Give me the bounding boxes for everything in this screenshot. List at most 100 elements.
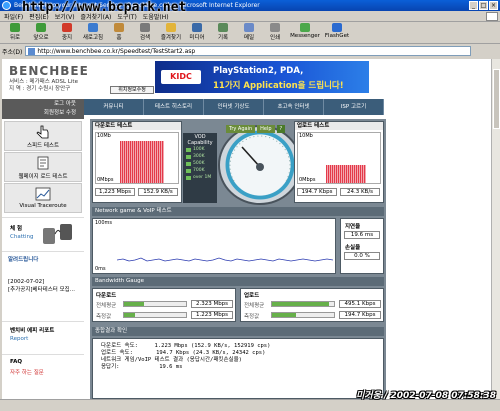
close-button[interactable]: ×	[489, 1, 498, 10]
bw-down-measured-bar	[123, 312, 187, 318]
bandwidth-section-title: Bandwidth Gauge	[92, 277, 384, 286]
search-button[interactable]: 검색	[132, 22, 158, 43]
sidebar-item-traceroute[interactable]: Visual Traceroute	[4, 183, 82, 213]
question-icon[interactable]: ?	[276, 125, 286, 133]
report-title: 벤치비 에피 리포트	[10, 328, 55, 334]
upload-graph: 10Mb 0Mbps	[297, 132, 381, 184]
upload-title: 업로드 테스트	[295, 122, 383, 130]
ie-logo-icon	[2, 1, 11, 10]
try-again-button[interactable]: Try Again	[226, 125, 256, 133]
notice-link[interactable]: [추가공지]베타테스터 모집...	[8, 287, 82, 294]
vod-title: VOD Capability	[187, 134, 213, 146]
forward-button[interactable]: 앞으로	[28, 22, 54, 43]
benchbee-logo[interactable]: BENCHBEE	[9, 64, 89, 78]
result-box: 다운로드 속도: 1.223 Mbps (152.9 KB/s, 152919 …	[92, 338, 384, 399]
home-button[interactable]: 홈	[106, 22, 132, 43]
notice-box: 알려드립니다 [2002-07-02] [추가공지]베타테스터 모집...	[2, 251, 84, 317]
notice-date: [2002-07-02]	[8, 279, 45, 285]
favorites-button[interactable]: 즐겨찾기	[158, 22, 184, 43]
menu-bar: 파일(F) 편집(E) 보기(V) 즐겨찾기(A) 도구(T) 도움말(H)	[0, 11, 500, 22]
chatting-box[interactable]: 체 험 Chatting	[2, 217, 84, 249]
result-line: 다운로드 속도: 1.223 Mbps (152.9 KB/s, 152919 …	[101, 343, 271, 349]
download-kbs: 152.9 KB/s	[138, 188, 178, 196]
tab-test-history[interactable]: 테스트 히스토리	[144, 99, 204, 115]
refresh-button[interactable]: 새로고침	[80, 22, 106, 43]
tab-broadband[interactable]: 초고속 인터넷	[264, 99, 324, 115]
edit-location-button[interactable]: 위치정보수정	[110, 86, 154, 94]
delay-value: 19.6 ms	[344, 231, 380, 239]
menu-file[interactable]: 파일(F)	[4, 12, 23, 21]
download-graph: 10Mb 0Mbps	[95, 132, 179, 184]
result-text: 다운로드 속도: 1.223 Mbps (152.9 KB/s, 152919 …	[101, 343, 373, 371]
bandwidth-upload-box: 업로드 전체평균 495.1 Kbps 측정값 194.7 Kbps	[240, 288, 384, 322]
download-title: 다운로드 테스트	[93, 122, 181, 130]
flashget-icon	[332, 23, 342, 32]
download-test-box: 다운로드 테스트 10Mb 0Mbps 1,223 Mbps 152.9 KB/…	[92, 121, 182, 203]
download-bars	[120, 141, 164, 183]
ad-banner[interactable]: KIDC PlayStation2, PDA, 11가지 Application…	[155, 61, 369, 93]
tab-isp[interactable]: ISP 고르기	[324, 99, 384, 115]
cans-icon	[43, 224, 72, 244]
report-box[interactable]: 벤치비 에피 리포트 Report	[2, 321, 84, 351]
download-max-label: 10Mb	[97, 133, 111, 139]
bw-down-avg-value: 2.323 Mbps	[191, 300, 233, 308]
service-info: 서비스 : 메가패스 ADSL Lite 지 역 : 경기 수원시 장안구	[9, 79, 78, 92]
sidebar-item-webload-test[interactable]: 웹페이지 로드 테스트	[4, 152, 82, 182]
menu-help[interactable]: 도움말(H)	[143, 12, 169, 21]
upload-kbps: 194.7 Kbps	[297, 188, 337, 196]
bw-up-measured-label: 측정값	[244, 314, 260, 320]
vertical-scrollbar[interactable]	[491, 59, 500, 399]
messenger-icon	[300, 23, 310, 32]
result-line: 업로드 속도: 194.7 Kbps (24.3 KB/s, 24342 cps…	[101, 350, 266, 356]
home-icon	[114, 23, 124, 32]
banner-line-2: 11가지 Application을 드립니다!	[213, 81, 344, 91]
history-button[interactable]: 기록	[210, 22, 236, 43]
latency-y-bottom: 0ms	[95, 266, 106, 272]
help-button[interactable]: Help	[257, 125, 275, 133]
sidebar-item-speed-test[interactable]: 스피드 테스트	[4, 121, 82, 151]
flashget-button[interactable]: FlashGet	[322, 22, 352, 43]
bw-up-avg-value: 495.1 Kbps	[339, 300, 381, 308]
scrollbar-thumb[interactable]	[493, 69, 500, 129]
menu-tools[interactable]: 도구(T)	[117, 12, 136, 21]
address-bar: 주소(D) http://www.benchbee.co.kr/Speedtes…	[0, 44, 500, 58]
search-icon	[140, 23, 150, 32]
bw-down-avg-label: 전체평균	[96, 303, 117, 309]
back-arrow-icon	[10, 23, 20, 32]
vod-level-1: 100K	[183, 146, 217, 153]
latency-line	[117, 257, 333, 262]
messenger-button[interactable]: Messenger	[288, 22, 322, 43]
tab-community[interactable]: 커뮤니티	[84, 99, 144, 115]
bandwidth-download-box: 다운로드 전체평균 2.323 Mbps 측정값 1.223 Mbps	[92, 288, 236, 322]
media-button[interactable]: 미디어	[184, 22, 210, 43]
bw-upload-title: 업로드	[244, 293, 260, 299]
edit-profile-link[interactable]: 회원정보 수정	[2, 109, 76, 118]
vod-capability: VOD Capability 100K 300K 500K 700K over …	[183, 133, 217, 203]
logout-link[interactable]: 로그 아웃	[2, 100, 76, 109]
footer-stamp: 미거웅 / 2002-07-08 07:58:38	[356, 391, 496, 401]
upload-max-label: 10Mb	[299, 133, 313, 139]
menu-view[interactable]: 보기(V)	[55, 12, 75, 21]
gauge-controls: Try Again Help ?	[226, 125, 286, 133]
mail-button[interactable]: 메일	[236, 22, 262, 43]
region-value: 경기 수원시 장안구	[26, 86, 71, 92]
upload-test-box: 업로드 테스트 10Mb 0Mbps 194.7 Kbps 24.3 KB/s	[294, 121, 384, 203]
download-mbps: 1,223 Mbps	[95, 188, 135, 196]
chatting-label: Chatting	[10, 234, 34, 240]
printer-icon	[270, 23, 280, 32]
back-button[interactable]: 뒤로	[2, 22, 28, 43]
stop-button[interactable]: 중지	[54, 22, 80, 43]
bw-up-measured-value: 194.7 Kbps	[339, 311, 381, 319]
address-input[interactable]: http://www.benchbee.co.kr/Speedtest/Test…	[25, 46, 472, 56]
minimize-button[interactable]: _	[469, 1, 478, 10]
menu-favorites[interactable]: 즐겨찾기(A)	[81, 12, 112, 21]
bw-down-measured-value: 1.223 Mbps	[191, 311, 233, 319]
vod-level-3: 500K	[183, 160, 217, 167]
forward-arrow-icon	[36, 23, 46, 32]
print-button[interactable]: 인쇄	[262, 22, 288, 43]
menu-edit[interactable]: 편집(E)	[29, 12, 49, 21]
tab-internet-weather[interactable]: 인터넷 기상도	[204, 99, 264, 115]
maximize-button[interactable]: □	[479, 1, 488, 10]
latency-y-top: 100ms	[95, 220, 113, 226]
faq-box[interactable]: FAQ 자주 하는 질문	[2, 354, 84, 384]
